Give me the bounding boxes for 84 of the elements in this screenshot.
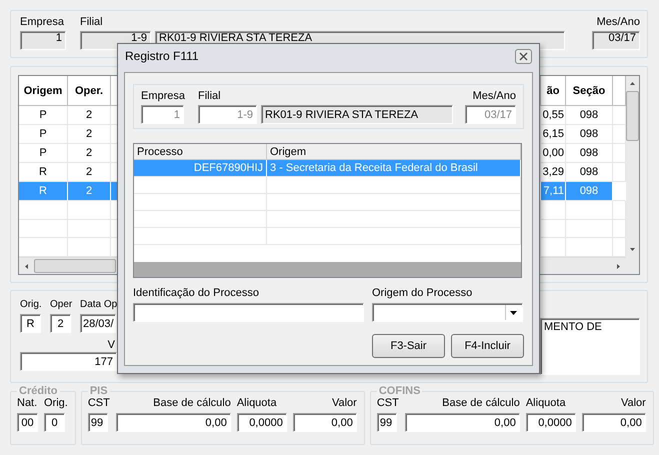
table-cell: 0,55	[541, 106, 566, 125]
rate-field[interactable]: 0,0000	[236, 413, 287, 432]
table-cell: 7,11	[541, 182, 566, 201]
field-label: Mes/Ano	[596, 16, 640, 29]
field-label: Origem do Processo	[372, 287, 474, 300]
group-title: PIS	[88, 385, 109, 397]
dialog-button[interactable]: F4-Incluir	[451, 334, 524, 358]
field-label: Identificação do Processo	[133, 287, 260, 300]
empty-cell	[19, 220, 68, 238]
cst-field[interactable]: 99	[376, 413, 397, 432]
operation-field[interactable]: 2	[50, 314, 71, 333]
table-cell: 0,00	[541, 144, 566, 163]
base-field[interactable]: 0,00	[404, 413, 520, 432]
nature-field[interactable]: 00	[17, 413, 38, 432]
field-label: V	[106, 339, 116, 352]
origin-field[interactable]: 0	[44, 413, 65, 432]
field-label: Empresa	[20, 16, 66, 29]
window-title: Registro F111	[125, 49, 199, 63]
field-label: Oper	[50, 298, 74, 311]
scroll-down-icon[interactable]	[630, 247, 635, 252]
empresa-field[interactable]: 1	[20, 31, 66, 50]
empty-cell	[566, 220, 613, 238]
close-button[interactable]	[515, 48, 532, 64]
table-cell: P	[19, 144, 68, 163]
field-label: Orig.	[20, 298, 43, 311]
table-cell: R	[19, 182, 68, 201]
field-label: Nat.	[17, 397, 38, 410]
field-label: Orig.	[44, 397, 68, 410]
empresa-field[interactable]: 1	[141, 105, 184, 124]
empty-cell	[566, 201, 613, 220]
dialog-button[interactable]: F3-Sair	[372, 334, 445, 358]
column-header[interactable]: Origem	[19, 76, 68, 106]
table-cell: 2	[68, 182, 111, 201]
filial-field[interactable]: 1-9	[198, 105, 257, 124]
table-cell: 6,15	[541, 125, 566, 144]
table-cell: P	[19, 106, 68, 125]
process-id-field[interactable]	[133, 303, 364, 322]
scroll-right-icon[interactable]	[616, 264, 621, 269]
base-field[interactable]: 0,00	[116, 413, 231, 432]
rate-field[interactable]: 0,0000	[526, 413, 576, 432]
table-cell: 098	[566, 106, 613, 125]
field-label: Base de cálculo	[152, 397, 231, 410]
amount-field[interactable]: 0,00	[582, 413, 646, 432]
field-label: Base de cálculo	[441, 397, 520, 410]
empty-cell	[19, 201, 68, 220]
table-cell: 098	[566, 144, 613, 163]
scroll-up-icon[interactable]	[630, 81, 635, 86]
table-cell: 3 - Secretaria da Receita Federal do Brasil	[267, 160, 521, 177]
field-label: Aliquota	[236, 397, 278, 410]
field-label: Mes/Ano	[472, 90, 516, 103]
origin-field[interactable]: R	[20, 314, 41, 333]
field-label: Aliquota	[526, 397, 567, 410]
notes-field[interactable]: MENTO DE	[540, 318, 640, 375]
date-field[interactable]: 03/17	[465, 105, 516, 124]
process-grid[interactable]: Processo Origem DEF67890HIJ 3 - Secretaria da Receita Federal do Brasil	[133, 143, 522, 278]
dropdown-arrow-icon[interactable]	[510, 310, 517, 314]
field-label: Valor	[330, 397, 357, 410]
amount-field[interactable]: 0,00	[292, 413, 357, 432]
field-label: CST	[88, 397, 110, 410]
table-cell: 098	[566, 125, 613, 144]
scroll-thumb[interactable]	[626, 91, 639, 141]
table-cell: DEF67890HIJ	[134, 160, 267, 177]
field-label: Valor	[620, 397, 646, 410]
filial-name-field[interactable]: RK01-9 RIVIERA STA TEREZA	[261, 105, 453, 124]
field-label: Filial	[198, 90, 222, 103]
cst-field[interactable]: 99	[88, 413, 108, 432]
table-cell: 098	[566, 182, 613, 201]
vertical-scrollbar[interactable]	[626, 76, 639, 274]
column-header[interactable]: ão	[541, 76, 566, 106]
group-title: COFINS	[378, 385, 422, 397]
scroll-thumb[interactable]	[34, 259, 116, 274]
date-field[interactable]: 28/03/	[80, 314, 116, 333]
process-origin-dropdown[interactable]	[372, 303, 523, 322]
field-label: CST	[376, 397, 399, 410]
scroll-left-icon[interactable]	[24, 264, 29, 269]
date-field[interactable]: 03/17	[592, 31, 640, 50]
group-title: Crédito	[18, 385, 58, 397]
field-label: Empresa	[141, 90, 184, 103]
table-cell: P	[19, 125, 68, 144]
field-label: Filial	[80, 16, 104, 29]
column-header[interactable]: Seção	[566, 76, 613, 106]
close-icon[interactable]	[519, 52, 528, 60]
value-field[interactable]: 177	[20, 352, 117, 371]
field-label: Data Op	[80, 298, 118, 311]
